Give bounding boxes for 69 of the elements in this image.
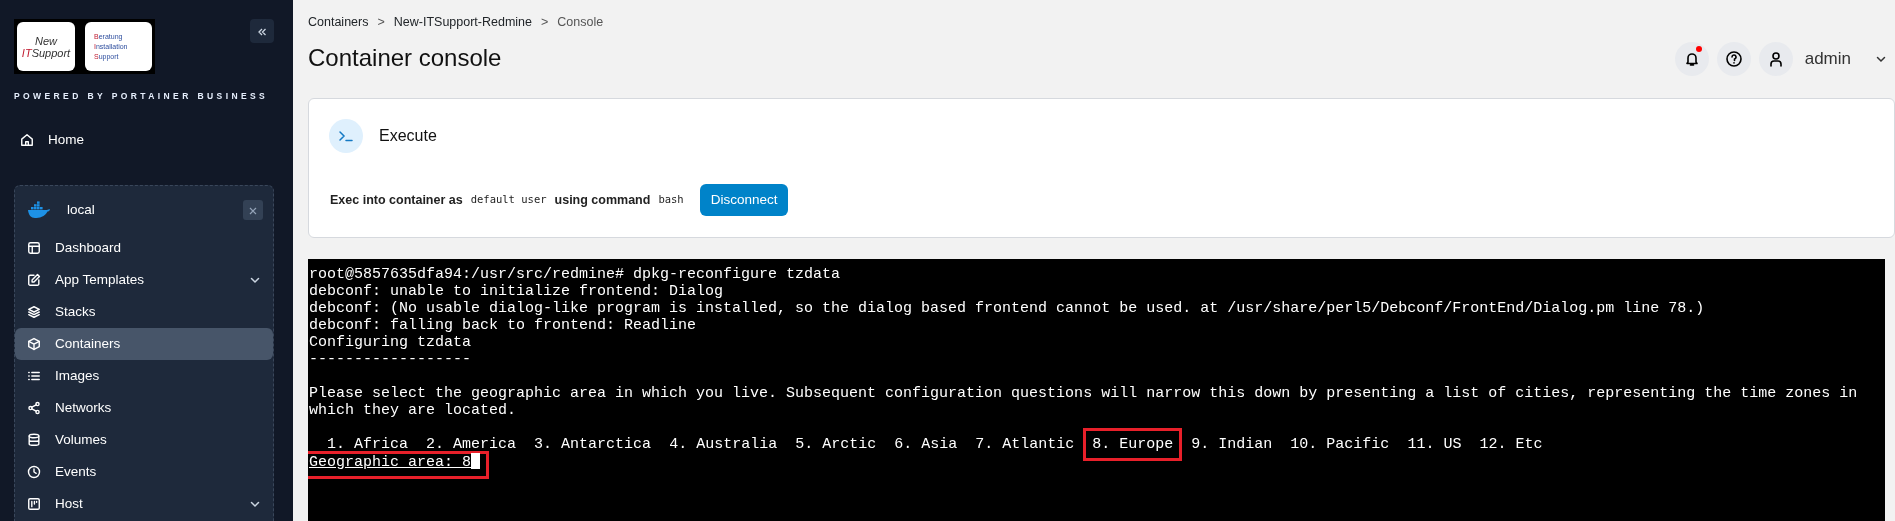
breadcrumb-separator: > (377, 15, 385, 29)
terminal-line: which they are located. (309, 401, 518, 419)
sidebar-item[interactable]: Home (14, 123, 274, 156)
code-text: default user (470, 192, 547, 207)
share-icon (27, 400, 41, 415)
database-icon (27, 432, 41, 447)
powered-by-text: POWERED BY PORTAINER BUSINESS (14, 90, 270, 103)
breadcrumb-link[interactable]: Containers (308, 15, 369, 29)
clock-icon (27, 464, 41, 479)
edit-icon (27, 272, 41, 287)
terminal-option: 5. Arctic (795, 435, 877, 453)
sidebar-item[interactable]: Stacks (15, 295, 273, 328)
breadcrumb-separator: > (541, 15, 549, 29)
bell-icon (1683, 50, 1700, 67)
terminal-option: 11. US (1407, 435, 1462, 453)
exec-label: Exec into container as (330, 191, 463, 209)
terminal-option: 10. Pacific (1290, 435, 1390, 453)
breadcrumb-link[interactable]: New-ITSupport-Redmine (393, 15, 532, 29)
terminal-option: 2. America (426, 435, 517, 453)
terminal-line: debconf: unable to initialize frontend: Dialog (309, 282, 725, 300)
close-button[interactable] (243, 199, 263, 220)
terminal-option: 12. Etc (1479, 435, 1543, 453)
card-title: Execute (379, 125, 437, 146)
whale-icon (27, 200, 51, 219)
terminal-option: 6. Asia (894, 435, 958, 453)
terminal-option: 8. Europe (1083, 427, 1183, 461)
terminal-line: debconf: (No usable dialog-like program is installed, so the dialog based frontend cannot be used. at /usr/share/perl5/Debconf/FrontEnd/Dialog.pm line 78.) (309, 299, 1706, 317)
code-text: bash (658, 192, 684, 207)
server-icon (27, 496, 41, 511)
sidebar-item[interactable]: Events (15, 455, 273, 488)
sidebar-item[interactable]: Containers (15, 327, 273, 360)
page-title: Container console (308, 44, 502, 74)
logo-text: New (35, 34, 57, 47)
terminal-icon (329, 118, 363, 153)
layout-icon (27, 240, 41, 255)
terminal-line: root@5857635dfa94:/usr/src/redmine# dpkg-reconfigure tzdata (309, 265, 842, 283)
home-icon (20, 132, 34, 147)
help-icon (1724, 49, 1743, 68)
terminal-prompt: Geographic area: 8 (308, 450, 490, 479)
terminal-line: ------------------ (309, 350, 473, 368)
close-icon (249, 206, 257, 215)
terminal-option: 4. Australia (669, 435, 778, 453)
breadcrumb-current: Console (557, 15, 604, 29)
terminal-option: 9. Indian (1191, 435, 1273, 453)
user-icon (1767, 50, 1784, 67)
sidebar-item[interactable]: Networks (15, 391, 273, 424)
terminal-line: Configuring tzdata (309, 333, 473, 351)
environment-name: local (67, 200, 96, 219)
sidebar-item[interactable]: Volumes (15, 423, 273, 456)
cube-icon (27, 336, 41, 351)
sidebar-item[interactable]: Host (15, 487, 273, 520)
disconnect-button[interactable]: Disconnect (699, 183, 789, 216)
user-button[interactable] (1758, 41, 1793, 76)
layers-icon (27, 304, 41, 319)
terminal-line: debconf: falling back to frontend: Readline (309, 316, 698, 334)
chevrons-left-icon (257, 27, 267, 38)
sidebar-item[interactable]: App Templates (15, 263, 273, 296)
sidebar-item[interactable]: Images (15, 359, 273, 392)
help-button[interactable] (1716, 41, 1751, 76)
terminal-option: 1. Africa (327, 435, 409, 453)
terminal-option: 7. Atlantic (975, 435, 1075, 453)
terminal-line: Please select the geographic area in which you live. Subsequent configuration questions will narrow this down by presenting a list of cities, representing the time zones in (309, 384, 1859, 402)
sidebar-item[interactable]: Dashboard (15, 231, 273, 264)
user-name[interactable]: admin (1804, 46, 1851, 72)
collapse-button[interactable] (250, 19, 274, 43)
exec-label: using command (554, 191, 651, 209)
logo-text: ITSupport (21, 46, 71, 59)
terminal-option: 3. Antarctica (534, 435, 652, 453)
notifications-button[interactable] (1674, 41, 1709, 76)
